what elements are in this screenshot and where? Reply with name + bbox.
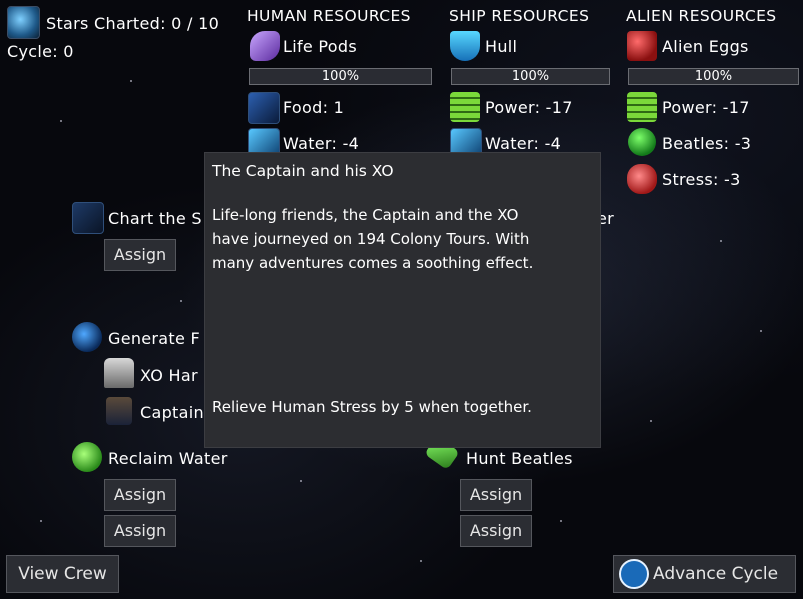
hunt-beatles-task-label: Hunt Beatles: [466, 449, 573, 468]
hull-bar: 100%: [451, 68, 610, 85]
captain-avatar-icon: [106, 397, 132, 425]
cycle-text: Cycle: 0: [7, 42, 74, 61]
view-crew-button[interactable]: View Crew: [6, 555, 119, 593]
tooltip-body: Life-long friends, the Captain and the X…: [212, 206, 534, 272]
star-chart-icon: [7, 6, 40, 39]
life-pods-bar: 100%: [249, 68, 432, 85]
life-pod-icon: [250, 31, 280, 61]
alien-eggs-label: Alien Eggs: [662, 37, 749, 56]
advance-cycle-button[interactable]: Advance Cycle: [613, 555, 796, 593]
assign-hunt-button-2[interactable]: Assign: [460, 515, 532, 547]
ship-water-label: Water: -4: [485, 134, 562, 153]
advance-cycle-label: Advance Cycle: [653, 564, 779, 584]
generate-icon: [72, 322, 102, 352]
ship-power-icon: [450, 92, 480, 122]
tooltip-title: The Captain and his XO: [212, 162, 394, 180]
stress-brain-icon: [627, 164, 657, 194]
assign-chart-button[interactable]: Assign: [104, 239, 176, 271]
stress-label: Stress: -3: [662, 170, 741, 189]
crew-captain-label: Captain: [140, 403, 204, 422]
reclaim-water-task-label: Reclaim Water: [108, 449, 228, 468]
human-water-label: Water: -4: [283, 134, 360, 153]
beatles-label: Beatles: -3: [662, 134, 752, 153]
stopwatch-icon: [619, 559, 649, 589]
beatles-icon: [628, 128, 656, 156]
generate-task-label: Generate F: [108, 329, 201, 348]
constellation-icon: [72, 202, 104, 234]
food-icon: [248, 92, 280, 124]
crew-pair-tooltip: The Captain and his XO Life-long friends…: [204, 152, 601, 448]
hull-shield-icon: [450, 31, 480, 61]
crew-xo-label: XO Har: [140, 366, 198, 385]
xo-avatar-icon: [104, 358, 134, 388]
assign-reclaim-button-1[interactable]: Assign: [104, 479, 176, 511]
chart-stars-task-label: Chart the S: [108, 209, 202, 228]
ship-power-label: Power: -17: [485, 98, 573, 117]
alien-power-label: Power: -17: [662, 98, 750, 117]
alien-eggs-icon: [627, 31, 657, 61]
human-resources-header: HUMAN RESOURCES: [247, 7, 411, 25]
life-pods-label: Life Pods: [283, 37, 357, 56]
hull-label: Hull: [485, 37, 518, 56]
alien-resources-header: ALIEN RESOURCES: [626, 7, 777, 25]
ship-resources-header: SHIP RESOURCES: [449, 7, 590, 25]
assign-reclaim-button-2[interactable]: Assign: [104, 515, 176, 547]
reclaim-water-icon: [72, 442, 102, 472]
alien-power-icon: [627, 92, 657, 122]
tooltip-effect: Relieve Human Stress by 5 when together.: [212, 398, 532, 416]
alien-eggs-bar: 100%: [628, 68, 799, 85]
food-label: Food: 1: [283, 98, 345, 117]
assign-hunt-button-1[interactable]: Assign: [460, 479, 532, 511]
stars-charted-text: Stars Charted: 0 / 10: [46, 14, 220, 33]
